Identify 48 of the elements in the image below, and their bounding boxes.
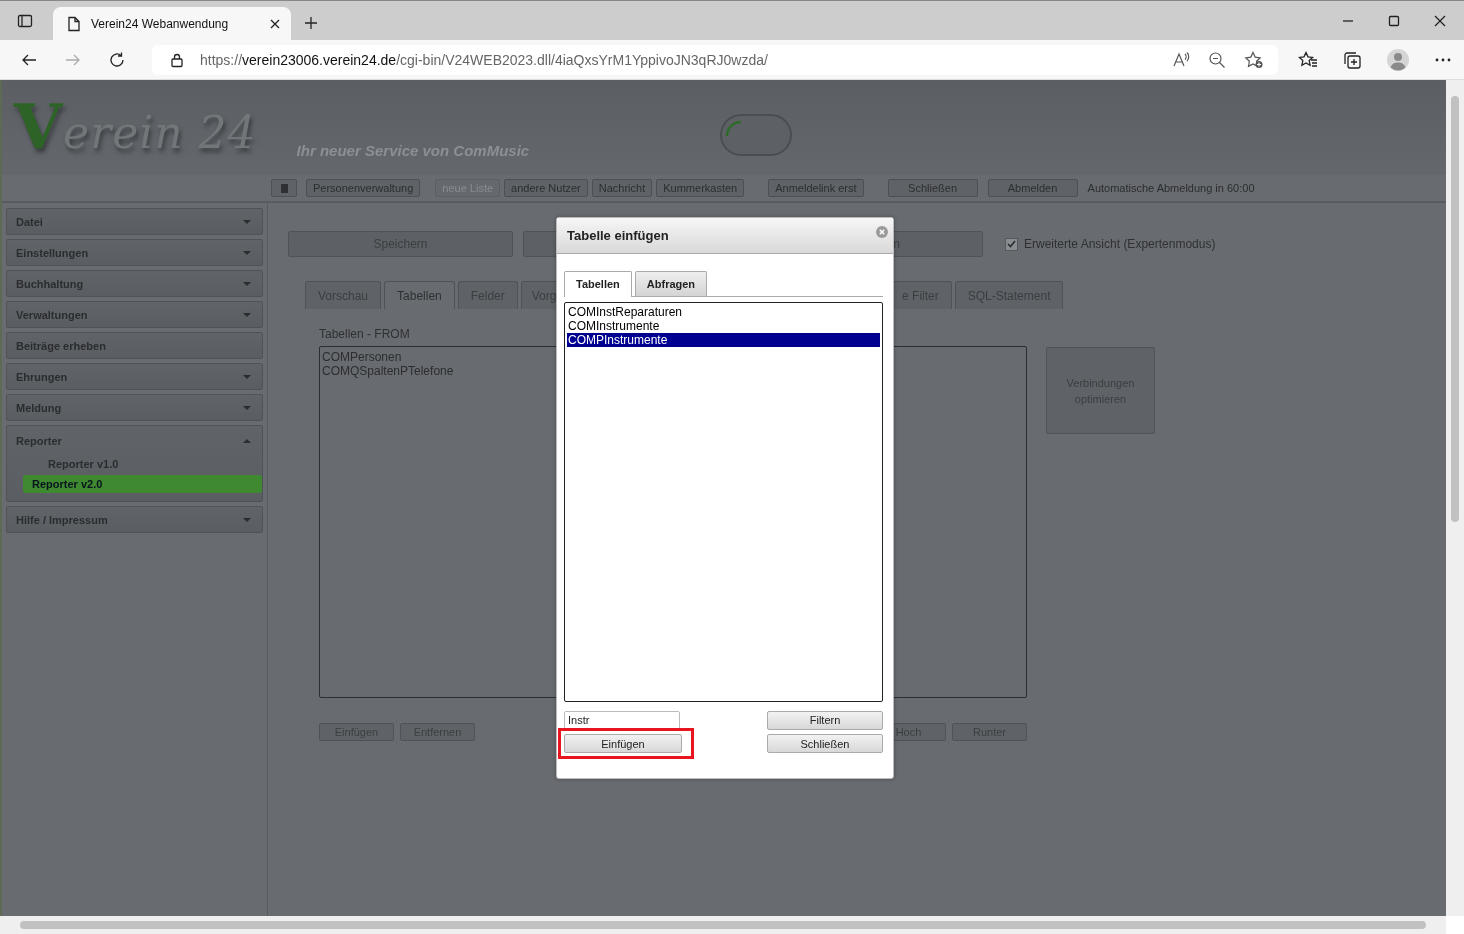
stop-button[interactable] (271, 179, 297, 197)
caret-icon[interactable] (243, 374, 251, 379)
sidebar-item[interactable]: Reporter (7, 426, 262, 455)
dialog-button[interactable]: Schließen (767, 734, 883, 753)
scrollbar[interactable] (1446, 80, 1464, 916)
add-favorite-icon[interactable] (1244, 50, 1264, 69)
profile-icon[interactable] (1386, 47, 1410, 72)
close-icon[interactable] (1434, 15, 1446, 27)
page-icon[interactable] (67, 15, 81, 32)
tab-actions-icon[interactable] (17, 13, 33, 29)
browser-tab[interactable]: Verein24 Webanwendung (53, 7, 291, 40)
collections-icon[interactable] (1342, 50, 1362, 69)
list-item[interactable]: COMPInstrumente (567, 333, 880, 347)
dialog-button[interactable]: Einfügen (564, 734, 682, 753)
favorites-icon[interactable] (1298, 50, 1318, 69)
tab[interactable]: Abfragen (634, 271, 708, 296)
caret-icon[interactable] (243, 219, 251, 224)
caret-icon[interactable] (243, 405, 251, 410)
caret-icon[interactable] (243, 281, 251, 286)
close-icon[interactable] (269, 17, 281, 30)
maximize-icon[interactable] (1388, 15, 1400, 27)
sidebar-subitem[interactable]: Reporter v2.0 (23, 475, 262, 493)
address-field[interactable]: https://verein23006.verein24.de/cgi-bin/V24WEB2023.dll/4iaQxsYrM1YppivoJN3qRJ0wzda/ (152, 44, 1278, 75)
tab[interactable]: Tabellen (564, 271, 632, 297)
caret-icon[interactable] (243, 517, 251, 522)
toolbar-button[interactable]: Abmelden (987, 179, 1078, 197)
filter-field[interactable]: Instr (564, 710, 680, 730)
new-tab-icon[interactable] (303, 15, 319, 31)
dialog-title: Tabelle einfügen (567, 228, 669, 243)
caret-icon[interactable] (243, 438, 251, 443)
logout-notice: Automatische Abmeldung in 60:00 (1087, 182, 1255, 194)
caret-icon[interactable] (243, 250, 251, 255)
refresh-icon[interactable] (108, 50, 126, 69)
scrollbar[interactable] (0, 916, 1446, 934)
read-aloud-icon[interactable] (1172, 50, 1190, 69)
zoom-out-icon[interactable] (1208, 50, 1226, 69)
table-list[interactable]: COMInstReparaturen COMInstrumente COMPInstrumente (564, 302, 883, 702)
tab-title: Verein24 Webanwendung (91, 16, 230, 31)
dialog-button[interactable]: Filtern (767, 710, 883, 730)
lock-icon[interactable] (170, 51, 184, 68)
list-item[interactable]: COMInstrumente (567, 319, 880, 333)
list-item[interactable]: COMInstReparaturen (567, 305, 880, 319)
caret-icon[interactable] (243, 312, 251, 317)
toggle-switch[interactable] (720, 114, 792, 156)
sidebar-item[interactable]: Verwaltungen (7, 302, 262, 327)
tab[interactable]: Tabellen (384, 281, 455, 309)
url-text: https://verein23006.verein24.de/cgi-bin/V24WEB2023.dll/4iaQxsYrM1YppivoJN3qRJ0wzda/ (200, 51, 769, 68)
field-label: Tabellen - FROM (319, 327, 410, 341)
